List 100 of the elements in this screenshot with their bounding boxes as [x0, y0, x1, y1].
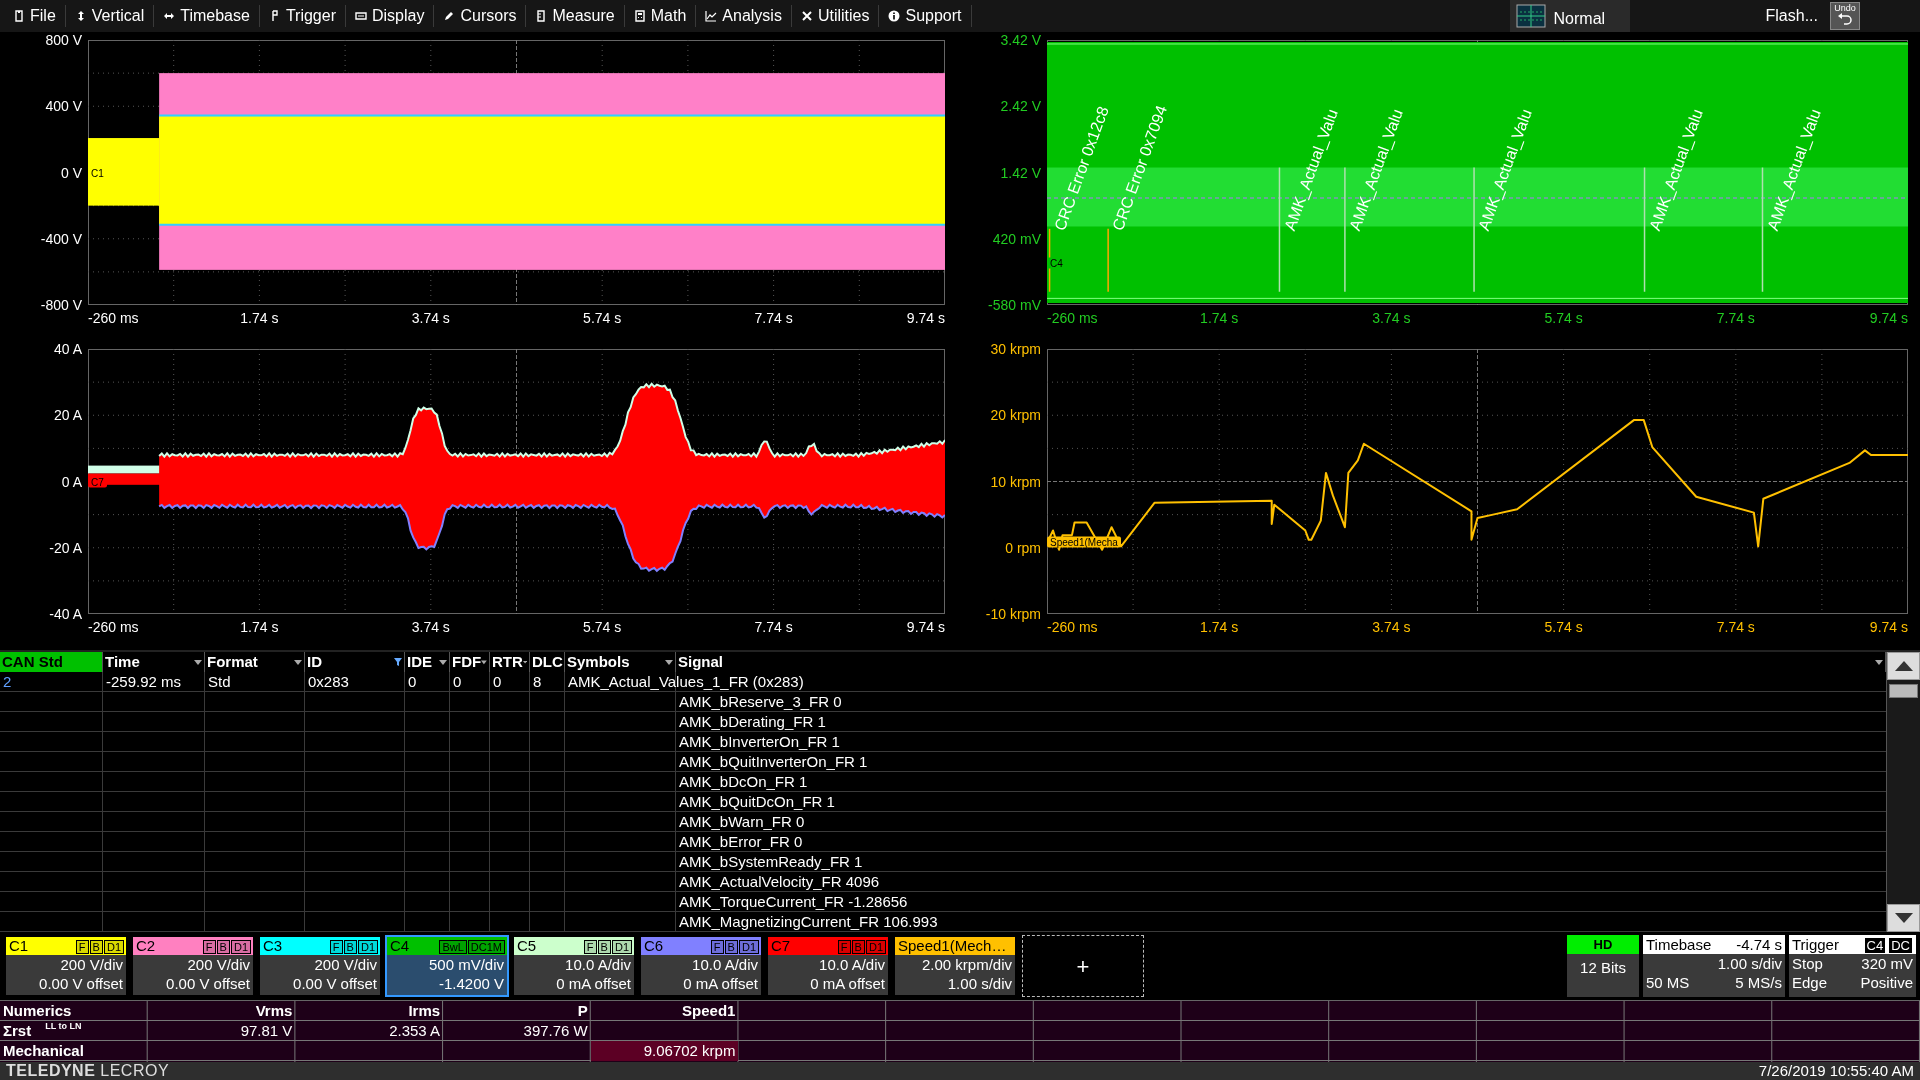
setting-tag: D1 [357, 939, 378, 954]
axis-label: 3.74 s [411, 618, 450, 637]
table-cell-text: 397.76 W [522, 1021, 589, 1041]
axis-label: 10 krpm [990, 472, 1041, 492]
column-header[interactable]: CAN Std [0, 652, 103, 672]
menu-item[interactable]: Vertical [65, 5, 155, 27]
bit-depth: 12 Bits [1579, 958, 1627, 977]
menu-item[interactable]: Analysis [696, 5, 792, 27]
flash-button[interactable]: Flash... [1759, 3, 1824, 29]
setting-tag: D1 [103, 939, 124, 954]
channel-label: Speed1(Mech… [898, 938, 1007, 954]
channel-offset: -1.4200 V [437, 974, 504, 993]
setting-tag: D1 [611, 939, 632, 954]
channel-offset: 1.00 s/div [946, 974, 1012, 993]
column-header[interactable]: FDF [450, 652, 490, 672]
caret-icon [294, 658, 302, 666]
axis-label: -10 krpm [985, 604, 1041, 624]
vertical-scale: 10.0 A/div [691, 955, 758, 974]
trigger-tag: C4 [1863, 937, 1887, 954]
column-header[interactable]: Format [205, 652, 305, 672]
axis-label: 0 rpm [1005, 538, 1041, 558]
axis-label: 3.74 s [1372, 309, 1411, 328]
axis-label: 9.74 s [906, 618, 945, 637]
panel-title: Timebase [1646, 935, 1712, 954]
setting-tag: F [710, 939, 724, 954]
setting-tag: D1 [230, 939, 251, 954]
trigger-threshold: 320 mV [1861, 954, 1913, 973]
channel-label: C7 [771, 938, 791, 954]
axis-label: -260 ms [1047, 309, 1098, 328]
table-cell-text: AMK_MagnetizingCurrent_FR 106.993 [678, 912, 939, 932]
setting-tag: F [583, 939, 597, 954]
vertical-scale: 500 mV/div [427, 955, 504, 974]
acquisition-panel[interactable]: HD 12 Bits [1567, 935, 1639, 997]
column-header[interactable]: Symbols [565, 652, 676, 672]
axis-label: -40 A [49, 604, 82, 624]
grid-display-icon[interactable] [1515, 4, 1546, 28]
axis-label: 7.74 s [1716, 618, 1755, 637]
setting-tag: F [202, 939, 216, 954]
channel-descriptor[interactable]: C4 BwL DC1M 500 mV/div -1.4200 V [385, 935, 509, 997]
undo-button[interactable]: Undo [1830, 2, 1860, 30]
timebase-panel[interactable]: Timebase -4.74 s 1.00 s/div 50 MS 5 MS/s [1643, 935, 1785, 997]
vertical-scale: 2.00 krpm/div [920, 955, 1012, 974]
channel-offset: 0.00 V offset [292, 974, 377, 993]
menu-item[interactable]: Utilities [791, 5, 880, 27]
table-cell-text: AMK_Actual_Values_1_FR (0x283) [567, 672, 805, 692]
add-channel-button[interactable]: + [1022, 935, 1144, 997]
setting-tag: B [597, 939, 611, 954]
scroll-down-button[interactable] [1887, 904, 1920, 932]
scroll-up-button[interactable] [1887, 652, 1920, 680]
channel-offset: 0.00 V offset [165, 974, 250, 993]
table-cell-text: 97.81 V [239, 1021, 294, 1041]
axis-label: 2.42 V [1000, 96, 1041, 116]
axis-label: -260 ms [88, 309, 139, 328]
caret-icon [194, 658, 202, 666]
table-cell-text: AMK_bQuitDcOn_FR 1 [678, 792, 836, 812]
menu-item[interactable]: Timebase [154, 5, 260, 27]
vertical-scale: 200 V/div [313, 955, 377, 974]
menu-item[interactable]: Measure [526, 5, 625, 27]
column-header[interactable]: RTR [490, 652, 530, 672]
column-header: Numerics [2, 1001, 73, 1021]
column-header: P [576, 1001, 589, 1021]
setting-tag: B [89, 939, 103, 954]
column-header[interactable]: ID [305, 652, 405, 672]
menu-item[interactable]: Math [624, 5, 697, 27]
axis-label: 1.74 s [240, 618, 279, 637]
column-header[interactable]: Time [103, 652, 205, 672]
scrollbar-thumb[interactable] [1889, 684, 1918, 698]
axis-label: 7.74 s [754, 309, 793, 328]
menu-item[interactable]: Support [879, 5, 972, 27]
column-header[interactable]: Signal [676, 652, 1886, 672]
caret-icon [665, 658, 673, 666]
axis-label: 1.74 s [1200, 309, 1239, 328]
date-time: 7/26/2019 10:55:40 AM [1758, 1060, 1914, 1080]
channel-label: C2 [136, 938, 156, 954]
table-cell-text: AMK_ActualVelocity_FR 4096 [678, 872, 881, 892]
trigger-panel[interactable]: Trigger C4 DC Stop 320 mV Edge Positive [1789, 935, 1916, 997]
table-cell-text: AMK_bDcOn_FR 1 [678, 772, 809, 792]
table-cell: 9.06702 krpm [590, 1041, 739, 1061]
filter-icon [394, 658, 402, 666]
menu-item[interactable]: Trigger [259, 5, 346, 27]
column-header[interactable]: DLC [530, 652, 565, 672]
tools-icon [800, 10, 813, 22]
setting-tag: F [75, 939, 89, 954]
channel-offset: 0.00 V offset [38, 974, 123, 993]
panel-title: Trigger [1792, 935, 1839, 954]
menu-item[interactable]: Display [346, 5, 435, 27]
menu-item[interactable]: Cursors [434, 5, 527, 27]
table-cell-text: 0 [407, 672, 418, 692]
axis-label: 1.74 s [1200, 618, 1239, 637]
caret-icon [481, 658, 487, 666]
column-header[interactable]: IDE [405, 652, 450, 672]
ruler-icon [535, 10, 548, 22]
axis-label: 5.74 s [1544, 309, 1583, 328]
table-cell-text: 0x283 [307, 672, 350, 692]
trigger-type: Edge [1792, 973, 1828, 992]
calculator-icon [633, 10, 646, 22]
menu-item[interactable]: File [4, 5, 66, 27]
axis-label: 0 V [61, 163, 82, 182]
timebase-delay: -4.74 s [1736, 935, 1782, 954]
trigger-tag: DC [1888, 937, 1913, 954]
